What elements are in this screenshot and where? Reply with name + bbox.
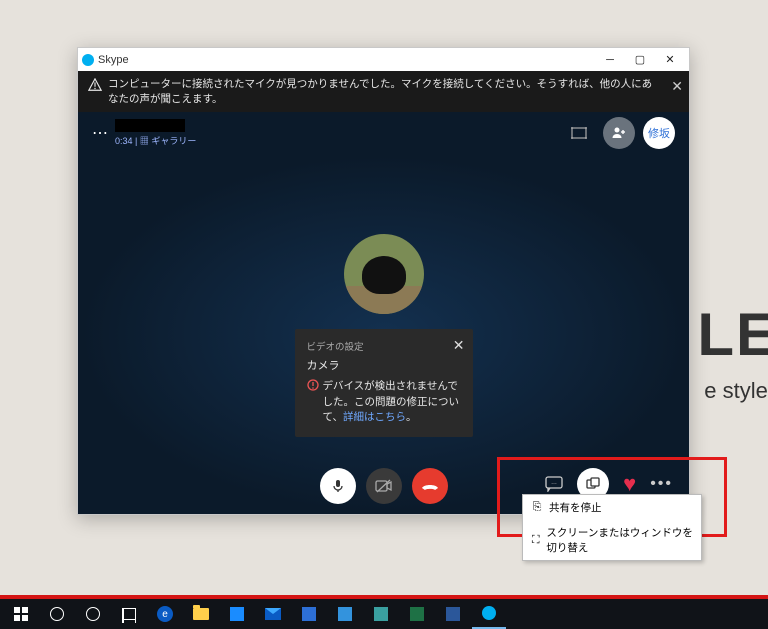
mail-button[interactable] (256, 599, 290, 629)
alert-text: コンピューターに接続されたマイクが見つかりませんでした。マイクを接続してください… (108, 77, 659, 106)
minimize-button[interactable]: ─ (595, 50, 625, 70)
call-header: ⋯ 0:34 | ▦ ギャラリー 修坂 (78, 112, 689, 154)
open-chat-button[interactable]: … (545, 476, 563, 492)
word-icon (446, 607, 460, 621)
menu-item-label: スクリーンまたはウィンドウを切り替え (546, 525, 693, 555)
layout-grid-button[interactable] (563, 117, 595, 149)
search-icon (50, 607, 64, 621)
panel-title: カメラ (307, 357, 461, 373)
toggle-video-button[interactable] (366, 468, 402, 504)
call-meta: 0:34 | ▦ ギャラリー (115, 134, 196, 147)
windows-taskbar: e (0, 599, 768, 629)
window-title: Skype (98, 54, 129, 66)
skype-window: Skype ─ ▢ ✕ コンピューターに接続されたマイクが見つかりませんでした。… (77, 47, 690, 515)
search-button[interactable] (40, 599, 74, 629)
background-tagline-text: e style. (704, 378, 768, 404)
header-more-button[interactable]: ⋯ (92, 123, 109, 143)
mic-missing-alert: コンピューターに接続されたマイクが見つかりませんでした。マイクを接続してください… (78, 71, 689, 112)
contact-avatar (344, 234, 424, 314)
call-video-area: ✕ ビデオの設定 カメラ デバイスが検出されませんでした。この問題の修正について… (78, 154, 689, 514)
excel-icon (410, 607, 424, 621)
error-message: デバイスが検出されませんでした。この問題の修正について、詳細はこちら。 (323, 379, 461, 425)
stop-share-icon: ⎘ (531, 501, 543, 514)
skype-logo-icon (82, 54, 94, 66)
taskbar-app1[interactable] (292, 599, 326, 629)
error-details-link[interactable]: 詳細はこちら (343, 411, 406, 423)
gallery-label[interactable]: ギャラリー (151, 136, 196, 146)
panel-subtitle: ビデオの設定 (307, 339, 461, 353)
start-button[interactable] (4, 599, 38, 629)
app-icon (374, 607, 388, 621)
skype-icon (482, 606, 496, 620)
folder-icon (193, 608, 209, 620)
switch-screen-icon: ⛶ (531, 534, 540, 547)
menu-item-label: 共有を停止 (549, 500, 602, 515)
more-options-button[interactable]: ••• (650, 475, 673, 493)
file-explorer-button[interactable] (184, 599, 218, 629)
self-avatar-badge[interactable]: 修坂 (643, 117, 675, 149)
cortana-icon (86, 607, 100, 621)
window-titlebar: Skype ─ ▢ ✕ (78, 48, 689, 71)
end-call-button[interactable] (412, 468, 448, 504)
maximize-button[interactable]: ▢ (625, 50, 655, 70)
app-icon (302, 607, 316, 621)
close-panel-button[interactable]: ✕ (453, 337, 465, 354)
taskview-icon (122, 608, 136, 620)
mail-icon (265, 608, 281, 620)
close-window-button[interactable]: ✕ (655, 50, 685, 70)
taskbar-app2[interactable] (328, 599, 362, 629)
task-view-button[interactable] (112, 599, 146, 629)
error-icon (307, 379, 319, 391)
add-participant-button[interactable] (603, 117, 635, 149)
call-duration: 0:34 (115, 136, 133, 146)
share-context-menu: ⎘ 共有を停止 ⛶ スクリーンまたはウィンドウを切り替え (522, 494, 702, 561)
word-button[interactable] (436, 599, 470, 629)
svg-text:…: … (551, 480, 557, 486)
avatar-cat-image (362, 256, 406, 294)
dismiss-alert-button[interactable]: ✕ (671, 77, 683, 97)
video-settings-panel: ✕ ビデオの設定 カメラ デバイスが検出されませんでした。この問題の修正について… (295, 329, 473, 437)
app-icon (338, 607, 352, 621)
taskbar-app3[interactable] (364, 599, 398, 629)
cortana-button[interactable] (76, 599, 110, 629)
edge-button[interactable]: e (148, 599, 182, 629)
menu-switch-screen[interactable]: ⛶ スクリーンまたはウィンドウを切り替え (523, 520, 701, 560)
store-button[interactable] (220, 599, 254, 629)
mute-mic-button[interactable] (320, 468, 356, 504)
excel-button[interactable] (400, 599, 434, 629)
store-icon (230, 607, 244, 621)
menu-stop-sharing[interactable]: ⎘ 共有を停止 (523, 495, 701, 520)
warning-icon (88, 78, 102, 92)
background-logo-text: LE (697, 300, 768, 369)
edge-icon: e (157, 606, 173, 622)
contact-name-redacted (115, 119, 185, 132)
skype-taskbar-button[interactable] (472, 599, 506, 629)
